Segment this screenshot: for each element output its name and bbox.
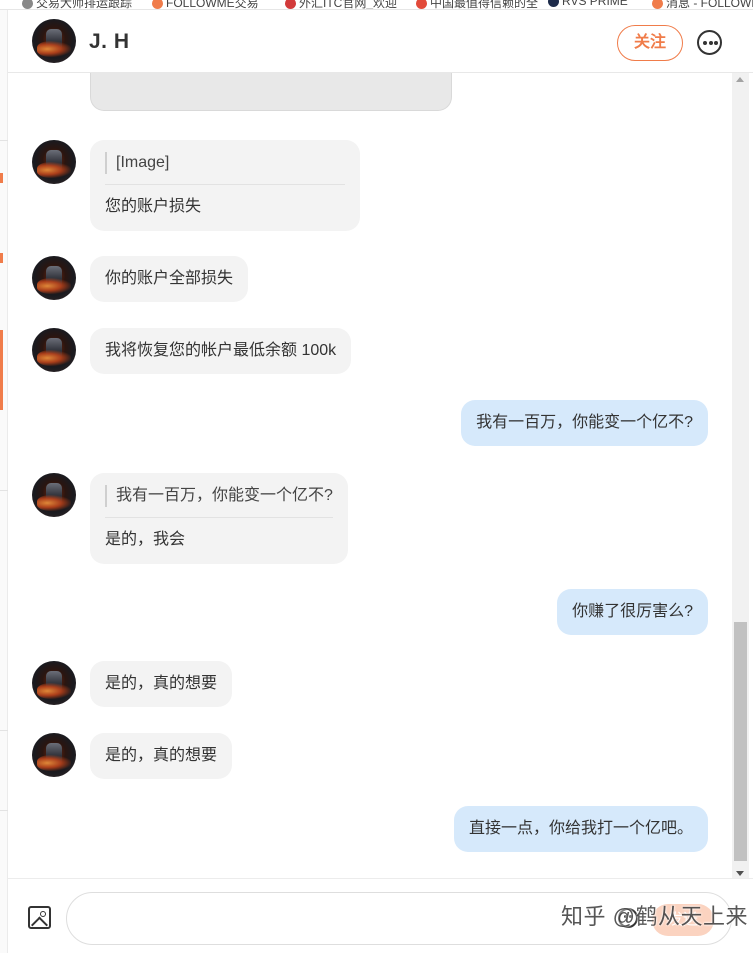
sender-avatar[interactable] xyxy=(32,733,76,777)
quote-divider xyxy=(105,184,345,185)
message-text: 我将恢复您的帐户最低余额 100k xyxy=(105,342,337,359)
chat-header: J. H 关注 xyxy=(8,10,753,73)
sender-avatar[interactable] xyxy=(32,661,76,705)
message-text: 是的，我会 xyxy=(105,531,186,548)
message-text: 您的账户损失 xyxy=(105,198,202,215)
message-bubble-mine[interactable]: 你赚了很厉害么? xyxy=(557,589,708,635)
sender-avatar[interactable] xyxy=(32,140,76,184)
bookmark-label: FOLLOWME交易 xyxy=(166,0,259,10)
bookmark-label: 中国最值得信赖的全 xyxy=(430,0,539,10)
quoted-message: 我有一百万，你能变一个亿不? xyxy=(105,485,333,507)
dot xyxy=(708,41,713,45)
contact-avatar[interactable] xyxy=(32,19,76,63)
message-bubble[interactable]: [Image] 您的账户损失 xyxy=(90,140,360,231)
bookmark-favicon-icon xyxy=(548,0,559,8)
bookmark-label: 交易大师排运跟踪 xyxy=(36,0,133,10)
image-upload-icon[interactable] xyxy=(28,906,51,929)
scroll-down-arrow-icon[interactable] xyxy=(736,871,744,876)
more-options-icon[interactable] xyxy=(697,30,722,55)
quoted-message: [Image] xyxy=(105,152,345,174)
divider xyxy=(0,810,8,811)
message-text: 是的，真的想要 xyxy=(105,747,218,764)
scroll-up-arrow-icon[interactable] xyxy=(736,77,744,82)
watermark: 知乎 @鹤从天上来 xyxy=(561,904,748,929)
message-bubble[interactable]: 我将恢复您的帐户最低余额 100k xyxy=(90,328,352,374)
message-text: 你的账户全部损失 xyxy=(105,270,234,287)
bookmark-item[interactable]: 交易大师排运跟踪 xyxy=(22,0,133,10)
bookmark-item[interactable]: 消息 - FOLLOWM xyxy=(652,0,753,10)
message-text: 我有一百万，你能变一个亿不? xyxy=(476,414,693,431)
message-bubble[interactable]: 我有一百万，你能变一个亿不? 是的，我会 xyxy=(90,473,348,564)
follow-button[interactable]: 关注 xyxy=(617,25,683,61)
previous-message-card xyxy=(90,73,452,111)
bookmark-favicon-icon xyxy=(22,0,33,9)
sender-avatar[interactable] xyxy=(32,328,76,372)
message-composer: 发送 知乎 @鹤从天上来 xyxy=(8,878,753,953)
divider xyxy=(0,490,8,491)
message-text: 直接一点，你给我打一个亿吧。 xyxy=(468,820,693,837)
contact-name[interactable]: J. H xyxy=(89,30,130,54)
dot xyxy=(703,41,707,45)
message-bubble[interactable]: 是的，真的想要 xyxy=(90,733,233,779)
sender-avatar[interactable] xyxy=(32,473,76,517)
message-text: 是的，真的想要 xyxy=(105,675,218,692)
background-active-indicator xyxy=(0,330,3,410)
bookmark-label: 消息 - FOLLOWM xyxy=(666,0,753,10)
message-bubble-mine[interactable]: 我有一百万，你能变一个亿不? xyxy=(461,400,708,446)
bookmark-item[interactable]: 外汇ITC官网_欢迎 xyxy=(285,0,398,10)
bookmark-item[interactable]: 中国最值得信赖的全 xyxy=(416,0,539,10)
dot xyxy=(714,41,718,45)
sender-avatar[interactable] xyxy=(32,256,76,300)
chat-window: J. H 关注 [Image] 您的账户损失 你的账户全部损失 我将恢复您的帐户… xyxy=(8,10,753,953)
bookmark-label: RVS PRIME xyxy=(562,0,628,8)
bookmarks-bar: 交易大师排运跟踪 FOLLOWME交易 外汇ITC官网_欢迎 中国最值得信赖的全… xyxy=(0,0,753,10)
bookmark-favicon-icon xyxy=(152,0,163,9)
divider xyxy=(0,140,8,141)
message-bubble-mine[interactable]: 直接一点，你给我打一个亿吧。 xyxy=(453,806,708,852)
bookmark-favicon-icon xyxy=(416,0,427,9)
message-text: 你赚了很厉害么? xyxy=(572,603,693,620)
message-bubble[interactable]: 你的账户全部损失 xyxy=(90,256,249,302)
background-indicator xyxy=(0,253,3,263)
quote-divider xyxy=(105,517,333,518)
message-scrollbar[interactable] xyxy=(732,73,749,880)
bookmark-item[interactable]: RVS PRIME xyxy=(548,0,628,8)
bookmark-favicon-icon xyxy=(285,0,296,9)
bookmark-favicon-icon xyxy=(652,0,663,9)
divider xyxy=(0,730,8,731)
bookmark-label: 外汇ITC官网_欢迎 xyxy=(299,0,398,10)
bookmark-item[interactable]: FOLLOWME交易 xyxy=(152,0,259,10)
background-page-edge xyxy=(0,10,8,953)
background-indicator xyxy=(0,173,3,183)
scroll-thumb[interactable] xyxy=(734,622,747,861)
message-bubble[interactable]: 是的，真的想要 xyxy=(90,661,233,707)
